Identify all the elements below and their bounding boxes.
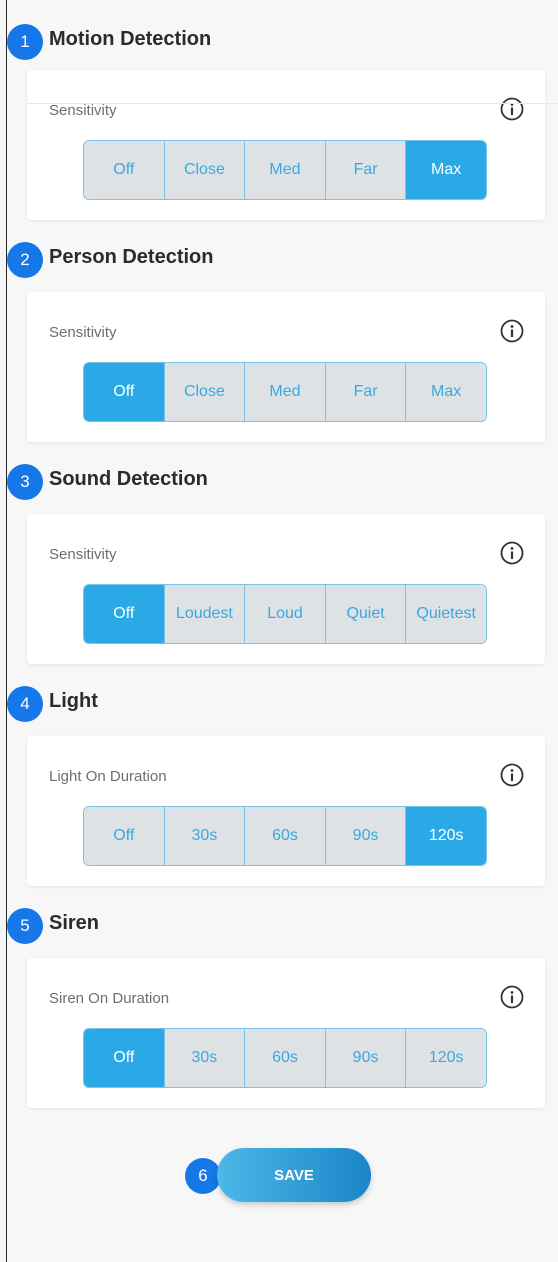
segment-option[interactable]: 30s	[164, 807, 246, 865]
segment-option[interactable]: Loudest	[164, 585, 246, 643]
segmented-control: Off Close Med Far Max	[83, 362, 487, 422]
segmented-control: Off 30s 60s 90s 120s	[83, 806, 487, 866]
setting-label: Siren On Duration	[49, 990, 170, 1007]
segmented-control: Off Loudest Loud Quiet Quietest	[83, 584, 487, 644]
section-title: Light	[49, 690, 98, 712]
step-badge-4: 4	[7, 686, 43, 722]
step-badge-1: 1	[7, 24, 43, 60]
setting-label: Sensitivity	[49, 102, 117, 119]
settings-card: Sensitivity Off Close Med Far Max	[27, 70, 545, 220]
setting-label: Sensitivity	[49, 546, 117, 563]
settings-card: Sensitivity Off Loudest Loud Quiet Quiet…	[27, 514, 545, 664]
segment-option-selected[interactable]: Off	[84, 585, 165, 643]
settings-panel: 1 Motion Detection Sensitivity Off Close…	[6, 0, 558, 1262]
settings-card: Siren On Duration Off 30s 60s 90s 120s	[27, 958, 545, 1108]
segment-option[interactable]: 90s	[325, 1029, 407, 1087]
segment-option[interactable]: Med	[245, 141, 326, 199]
settings-card: Light On Duration Off 30s 60s 90s 120s	[27, 736, 545, 886]
step-badge-2: 2	[7, 242, 43, 278]
segment-option[interactable]: Far	[325, 363, 407, 421]
info-icon[interactable]	[499, 96, 525, 122]
segment-option[interactable]: Close	[164, 363, 246, 421]
segment-option[interactable]: 30s	[164, 1029, 246, 1087]
save-area: 6 SAVE	[185, 1148, 375, 1208]
settings-card: Sensitivity Off Close Med Far Max	[27, 292, 545, 442]
segment-option[interactable]: Far	[325, 141, 407, 199]
segment-option[interactable]: Loud	[245, 585, 326, 643]
section-title: Sound Detection	[49, 468, 208, 490]
save-button[interactable]: SAVE	[217, 1148, 371, 1202]
segment-option[interactable]: 90s	[325, 807, 407, 865]
segment-option[interactable]: Close	[164, 141, 246, 199]
segment-option[interactable]: Max	[406, 363, 486, 421]
segment-option-selected[interactable]: Off	[84, 363, 165, 421]
segment-option[interactable]: Med	[245, 363, 326, 421]
segment-option[interactable]: 120s	[406, 1029, 486, 1087]
segmented-control: Off 30s 60s 90s 120s	[83, 1028, 487, 1088]
section-title: Motion Detection	[49, 28, 212, 50]
info-icon[interactable]	[499, 762, 525, 788]
step-badge-5: 5	[7, 908, 43, 944]
section-title: Person Detection	[49, 246, 214, 268]
info-icon[interactable]	[499, 984, 525, 1010]
setting-label: Light On Duration	[49, 768, 167, 785]
setting-label: Sensitivity	[49, 324, 117, 341]
segment-option[interactable]: Quietest	[406, 585, 486, 643]
segmented-control: Off Close Med Far Max	[83, 140, 487, 200]
divider	[27, 103, 558, 104]
step-badge-3: 3	[7, 464, 43, 500]
step-badge-6: 6	[185, 1158, 221, 1194]
segment-option[interactable]: 60s	[245, 807, 326, 865]
section-title: Siren	[49, 912, 100, 934]
segment-option[interactable]: Quiet	[325, 585, 407, 643]
segment-option-selected[interactable]: Max	[406, 141, 486, 199]
info-icon[interactable]	[499, 540, 525, 566]
segment-option[interactable]: 60s	[245, 1029, 326, 1087]
segment-option-selected[interactable]: 120s	[406, 807, 486, 865]
segment-option[interactable]: Off	[84, 807, 165, 865]
segment-option-selected[interactable]: Off	[84, 1029, 165, 1087]
info-icon[interactable]	[499, 318, 525, 344]
segment-option[interactable]: Off	[84, 141, 165, 199]
